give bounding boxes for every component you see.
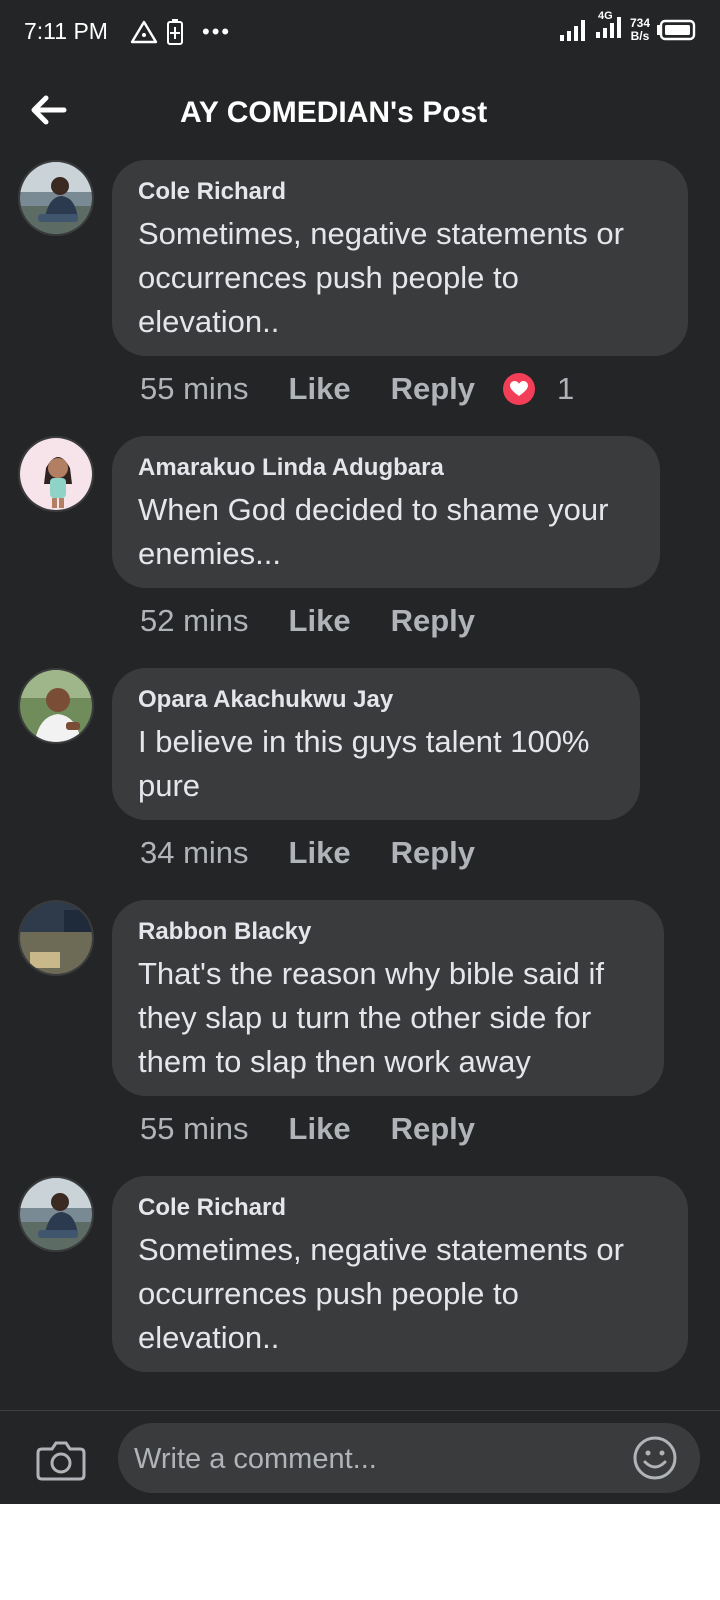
signal-icon <box>559 19 585 41</box>
status-right-icons: 4G 734 B/s <box>558 10 696 45</box>
page-title: AY COMEDIAN's Post <box>180 96 488 129</box>
comment-author[interactable]: Amarakuo Linda Adugbara <box>138 454 634 482</box>
comment-time[interactable]: 55 mins <box>140 371 249 407</box>
like-button[interactable]: Like <box>289 835 351 871</box>
reaction-count: 1 <box>557 371 575 406</box>
battery-charging-icon <box>167 19 183 45</box>
reply-button[interactable]: Reply <box>391 1111 475 1147</box>
comment-actions: 34 mins Like Reply <box>140 835 515 871</box>
status-time: 7:11 PM <box>24 18 108 44</box>
like-button[interactable]: Like <box>289 603 351 639</box>
comment-time[interactable]: 55 mins <box>140 1111 249 1147</box>
avatar-image-man-sitting <box>20 162 92 234</box>
status-left-icons: ••• <box>130 18 231 46</box>
avatar[interactable] <box>18 160 94 236</box>
comment-actions: 52 mins Like Reply <box>140 603 515 639</box>
comment-author[interactable]: Cole Richard <box>138 178 662 206</box>
network-type: 4G <box>597 10 613 22</box>
camera-icon[interactable] <box>36 1439 86 1481</box>
comment-bubble: Amarakuo Linda Adugbara When God decided… <box>112 436 660 588</box>
comment-text: When God decided to shame your enemies..… <box>138 492 609 571</box>
arrow-left-icon[interactable] <box>28 92 68 128</box>
comments-screen: 7:11 PM ••• 4G 734 B/s AY COMEDIAN's Pos… <box>0 0 720 1504</box>
reply-button[interactable]: Reply <box>391 371 475 407</box>
comment-bubble: Opara Akachukwu Jay I believe in this gu… <box>112 668 640 820</box>
like-button[interactable]: Like <box>289 1111 351 1147</box>
reaction-summary[interactable]: 1 <box>503 371 574 407</box>
more-notifications-icon: ••• <box>202 19 232 44</box>
comment-text: That's the reason why bible said if they… <box>138 956 604 1079</box>
avatar-image-man-sitting <box>20 1178 92 1250</box>
comment-author[interactable]: Cole Richard <box>138 1194 662 1222</box>
comment-text: Sometimes, negative statements or occurr… <box>138 216 624 339</box>
love-reaction-icon <box>503 373 535 405</box>
reply-button[interactable]: Reply <box>391 835 475 871</box>
avatar-image-cartoon-woman <box>20 438 92 510</box>
speed-unit: B/s <box>630 28 650 43</box>
comment-text: Sometimes, negative statements or occurr… <box>138 1232 624 1355</box>
status-bar: 7:11 PM ••• 4G 734 B/s <box>0 0 720 66</box>
reply-button[interactable]: Reply <box>391 603 475 639</box>
comment-bubble: Rabbon Blacky That's the reason why bibl… <box>112 900 664 1096</box>
signal-4g: 4G <box>594 10 624 45</box>
avatar[interactable] <box>18 1176 94 1252</box>
network-speed: 734 B/s <box>629 15 650 43</box>
comment-input-container <box>118 1423 700 1495</box>
comment-input[interactable] <box>132 1423 616 1495</box>
avatar-image-room <box>20 902 92 974</box>
post-header: AY COMEDIAN's Post <box>0 66 720 158</box>
avatar[interactable] <box>18 668 94 744</box>
smiley-icon[interactable] <box>632 1435 678 1481</box>
comment-actions: 55 mins Like Reply 1 <box>140 371 574 407</box>
comment-author[interactable]: Opara Akachukwu Jay <box>138 686 614 714</box>
comment-text: I believe in this guys talent 100% pure <box>138 724 590 803</box>
speed-value: 734 <box>629 15 650 30</box>
avatar[interactable] <box>18 436 94 512</box>
avatar-image-man-white-shirt <box>20 670 92 742</box>
like-button[interactable]: Like <box>289 371 351 407</box>
comment-composer <box>0 1410 720 1504</box>
comment-time[interactable]: 34 mins <box>140 835 249 871</box>
comment-time[interactable]: 52 mins <box>140 603 249 639</box>
battery-icon <box>657 19 696 40</box>
comment-bubble: Cole Richard Sometimes, negative stateme… <box>112 160 688 356</box>
comment-bubble: Cole Richard Sometimes, negative stateme… <box>112 1176 688 1372</box>
comment-actions: 55 mins Like Reply <box>140 1111 515 1147</box>
warning-triangle-icon <box>130 20 158 44</box>
avatar[interactable] <box>18 900 94 976</box>
comment-author[interactable]: Rabbon Blacky <box>138 918 638 946</box>
